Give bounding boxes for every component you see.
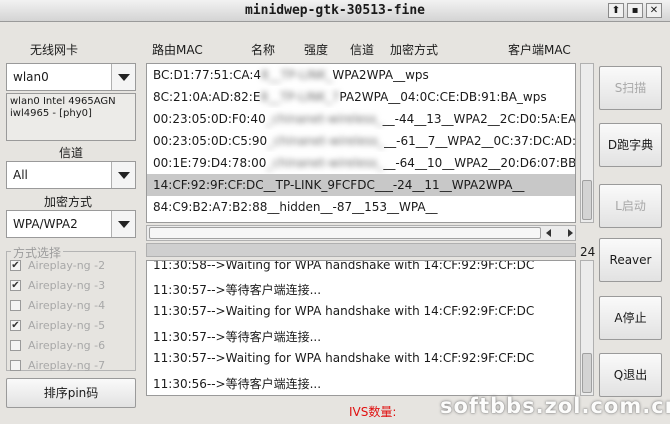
log-line: 11:30:57-->等待客户端连接...	[153, 330, 322, 344]
cell-rest: WPA2WPA__wps	[332, 68, 429, 82]
nic-select-value: wlan0	[13, 70, 49, 84]
mode-groupbox: 方式选择 ✔ Aireplay-ng -2 ✔ Aireplay-ng -3 A…	[6, 244, 136, 372]
cell-name-redacted: 8__TP-LINK_7	[260, 90, 340, 104]
mode-checkbox-label: Aireplay-ng -7	[28, 359, 106, 372]
launch-button[interactable]: L启动	[599, 184, 662, 228]
table-row[interactable]: 00:23:05:0D:C5:90_chinanet-wireless___-6…	[147, 130, 576, 152]
checkbox-icon[interactable]	[10, 360, 21, 371]
log-panel[interactable]: 11:30:58-->Waiting for WPA handshake wit…	[146, 260, 576, 396]
table-row[interactable]: 84:C9:B2:A7:B2:88__hidden__-87__153__WPA…	[147, 196, 575, 218]
ap-list-hscrollbar[interactable]	[146, 225, 576, 241]
log-line: 11:30:58-->Waiting for WPA handshake wit…	[153, 260, 535, 272]
mode-checkbox-label: Aireplay-ng -2	[28, 259, 106, 272]
log-line: 11:30:57-->等待客户端连接...	[153, 283, 322, 297]
log-line: 11:30:56-->等待客户端连接...	[153, 377, 322, 391]
cell-mac: 00:23:05:0D:C5:90	[153, 134, 268, 148]
table-row[interactable]: 00:23:05:0D:F0:40_chinanet-wireless___-4…	[147, 108, 576, 130]
column-header-encryption[interactable]: 加密方式	[390, 41, 438, 58]
cell-name-redacted: _chinanet-wireless_	[266, 156, 384, 170]
stop-button[interactable]: A停止	[599, 296, 662, 340]
reaver-button[interactable]: Reaver	[599, 238, 662, 282]
sort-pin-button[interactable]: 排序pin码	[6, 378, 136, 408]
arrow-right-icon[interactable]	[568, 229, 573, 237]
dictionary-button[interactable]: D跑字典	[599, 123, 662, 167]
ap-list-vscrollbar[interactable]	[580, 63, 594, 223]
cell-name-redacted: _chinanet-wireless_	[265, 112, 383, 126]
close-icon[interactable]: ✕	[646, 3, 662, 18]
column-header-strength[interactable]: 强度	[304, 41, 328, 58]
checkbox-icon[interactable]	[10, 340, 21, 351]
channel-select-value: All	[13, 168, 28, 182]
maximize-icon[interactable]: ⬆	[608, 3, 624, 18]
scan-button[interactable]: S扫描	[599, 66, 662, 110]
nic-info-line: iwl4965 - [phy0]	[10, 108, 92, 119]
checkbox-icon[interactable]: ✔	[10, 320, 21, 331]
ap-list[interactable]: BC:D1:77:51:CA:48__TP-LINK_WPA2WPA__wps …	[146, 63, 576, 223]
cell-mac: 00:1E:79:D4:78:00	[153, 156, 267, 170]
chevron-down-icon[interactable]	[111, 211, 135, 237]
log-vscrollbar[interactable]	[580, 260, 594, 396]
mode-checkbox-label: Aireplay-ng -6	[28, 339, 106, 352]
window-title: minidwep-gtk-30513-fine	[244, 3, 425, 18]
cell-name-redacted: _chinanet-wireless_	[267, 134, 385, 148]
scroll-thumb[interactable]	[582, 353, 592, 393]
column-header-name[interactable]: 名称	[251, 41, 275, 58]
encryption-label: 加密方式	[44, 195, 93, 209]
ivs-count-label: IVS数量:	[349, 405, 397, 419]
cell-full: 84:C9:B2:A7:B2:88__hidden__-87__153__WPA…	[153, 200, 438, 214]
checkbox-icon[interactable]: ✔	[10, 280, 21, 291]
progress-bar	[146, 243, 576, 257]
table-row-selected[interactable]: 14:CF:92:9F:CF:DC__TP-LINK_9FCFDC___-24_…	[147, 174, 575, 196]
title-bar: minidwep-gtk-30513-fine ⬆ ▪ ✕	[0, 0, 670, 22]
column-header-client-mac[interactable]: 客户端MAC	[508, 41, 571, 58]
chevron-down-icon[interactable]	[111, 64, 135, 90]
nic-info-line: wlan0 Intel 4965AGN	[10, 96, 116, 107]
nic-info-box: wlan0 Intel 4965AGN iwl4965 - [phy0]	[6, 93, 136, 141]
cell-rest: PA2WPA__04:0C:CE:DB:91:BA_wps	[339, 90, 547, 104]
mode-checkbox-label: Aireplay-ng -5	[28, 319, 106, 332]
watermark: softbbs.zol.com.cn	[440, 394, 670, 418]
scroll-thumb[interactable]	[149, 227, 541, 239]
minimize-icon[interactable]: ▪	[627, 3, 643, 18]
table-row[interactable]: BC:D1:77:51:CA:48__TP-LINK_WPA2WPA__wps	[147, 64, 575, 86]
arrow-left-icon[interactable]	[546, 229, 551, 237]
checkbox-icon[interactable]: ✔	[10, 260, 21, 271]
encryption-select[interactable]: WPA/WPA2	[6, 210, 136, 238]
column-header-channel[interactable]: 信道	[350, 41, 374, 58]
channel-select[interactable]: All	[6, 161, 136, 189]
cell-rest: __-44__13__WPA2__2C:D0:5A:EA:1C:	[382, 112, 576, 126]
mode-checkbox-label: Aireplay-ng -3	[28, 279, 106, 292]
log-line: 11:30:57-->Waiting for WPA handshake wit…	[153, 304, 535, 318]
quit-button[interactable]: Q退出	[599, 353, 662, 397]
channel-label: 信道	[59, 146, 84, 160]
table-row[interactable]: 8C:21:0A:AD:82:E8__TP-LINK_7PA2WPA__04:0…	[147, 86, 575, 108]
progress-value: 24	[580, 245, 596, 259]
encryption-select-value: WPA/WPA2	[13, 217, 78, 231]
cell-mac: 00:23:05:0D:F0:40	[153, 112, 266, 126]
checkbox-icon[interactable]	[10, 300, 21, 311]
cell-rest: __-61__7__WPA2__0C:37:DC:AD:B9:7	[384, 134, 576, 148]
mode-checkbox-label: Aireplay-ng -4	[28, 299, 106, 312]
nic-label: 无线网卡	[30, 43, 79, 57]
cell-full: 14:CF:92:9F:CF:DC__TP-LINK_9FCFDC___-24_…	[153, 178, 525, 192]
scroll-thumb[interactable]	[582, 180, 592, 220]
nic-select[interactable]: wlan0	[6, 63, 136, 91]
table-row[interactable]: 00:1E:79:D4:78:00_chinanet-wireless___-6…	[147, 152, 576, 174]
cell-rest: __-64__10__WPA2__20:D6:07:BB:11:	[383, 156, 576, 170]
cell-mac: BC:D1:77:51:CA:4	[153, 68, 262, 82]
log-line: 11:30:57-->Waiting for WPA handshake wit…	[153, 351, 535, 365]
cell-name-redacted: 8__TP-LINK_	[261, 68, 333, 82]
column-header-mac[interactable]: 路由MAC	[152, 41, 203, 58]
chevron-down-icon[interactable]	[111, 162, 135, 188]
cell-mac: 8C:21:0A:AD:82:E	[153, 90, 261, 104]
